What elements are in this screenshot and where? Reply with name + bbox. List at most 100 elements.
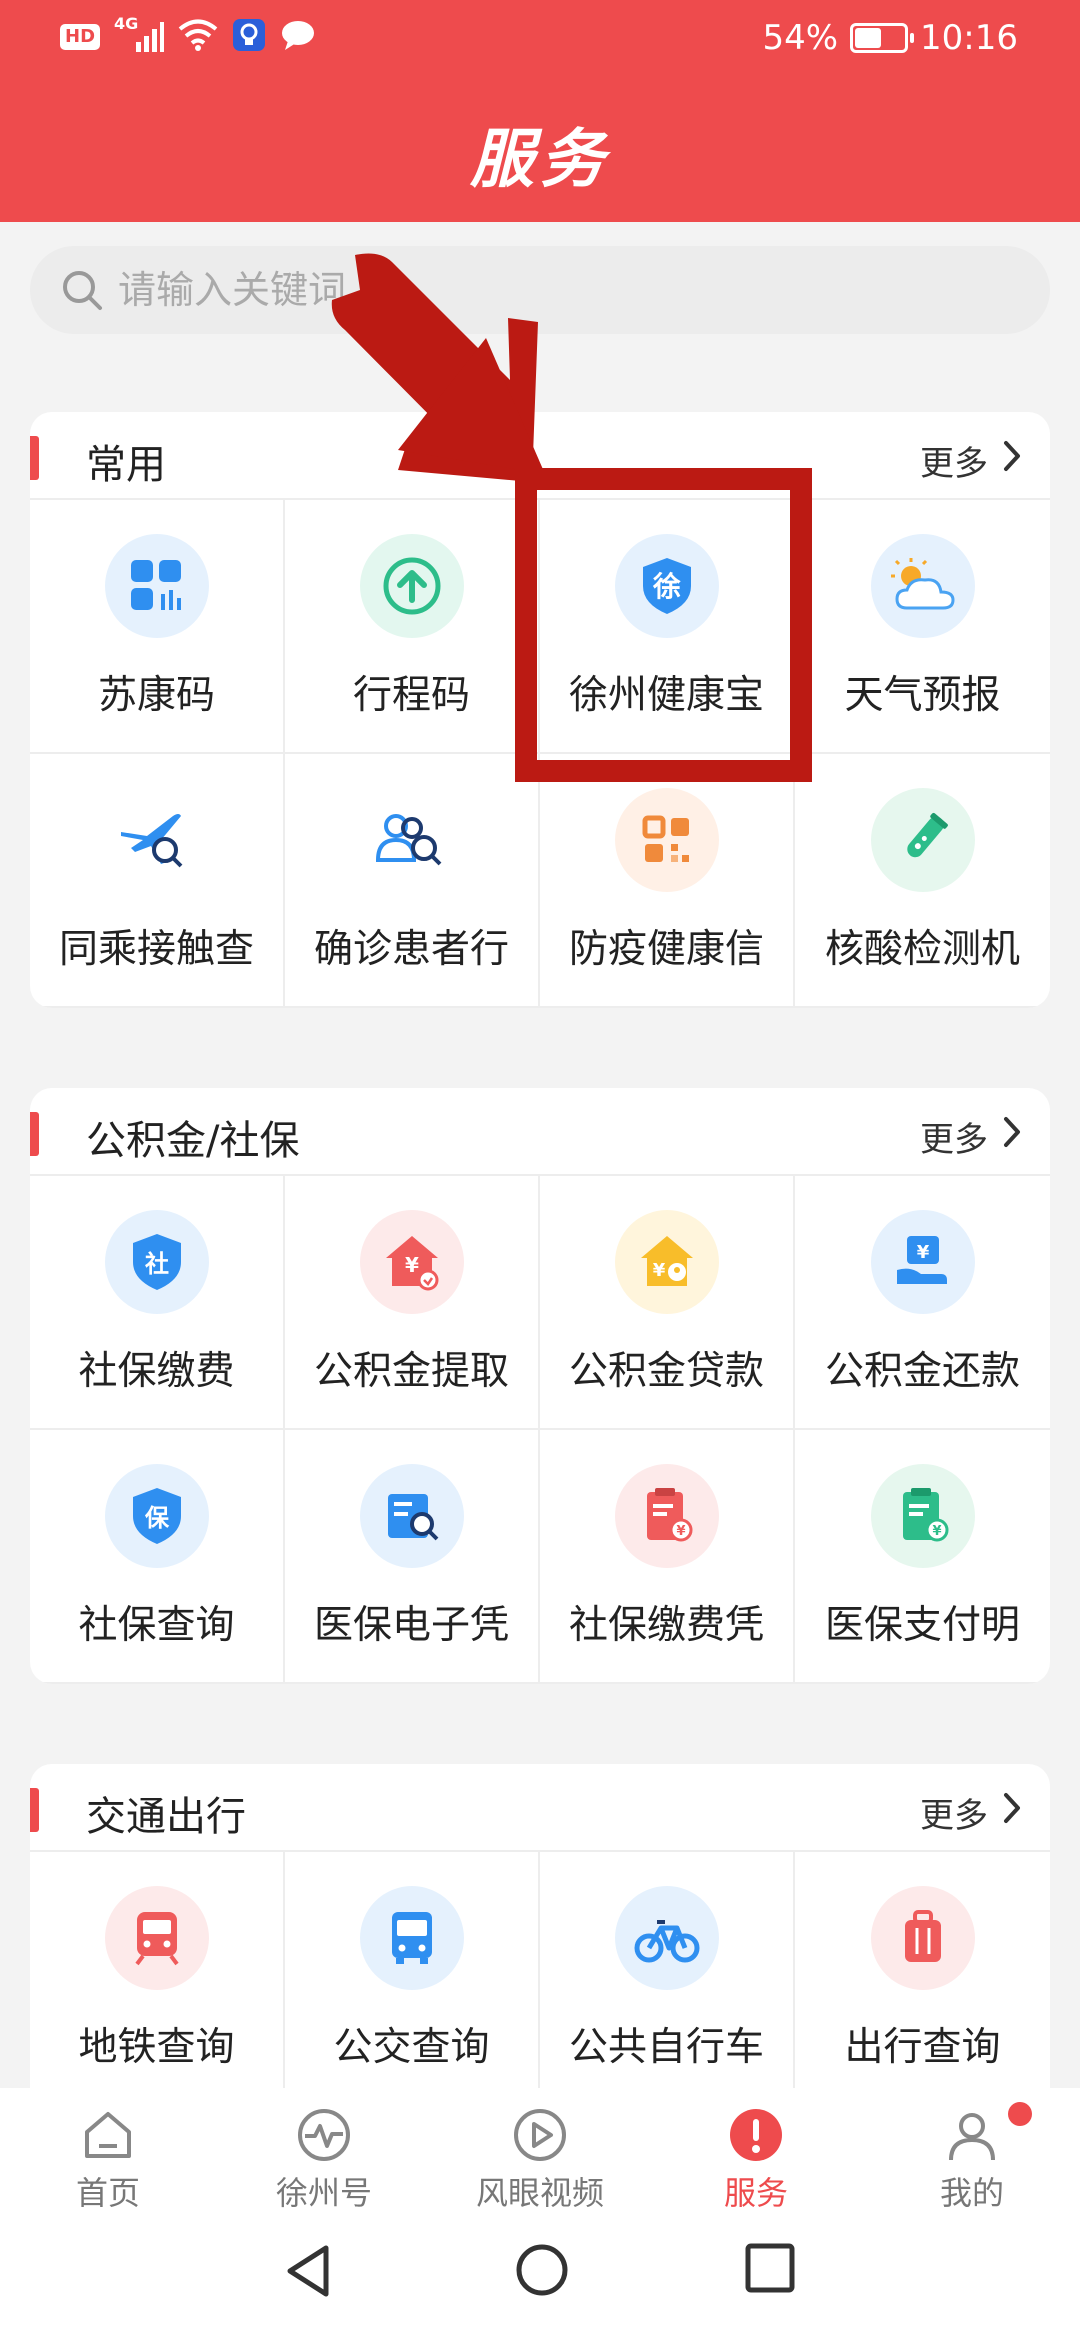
service-item[interactable]: ¥ 社保缴费凭 <box>540 1430 795 1684</box>
service-label: 公共自行车 <box>568 2025 764 2070</box>
service-item[interactable]: 行程码 <box>285 500 540 754</box>
svg-text:社: 社 <box>145 1250 169 1278</box>
service-grid: 社社保缴费 ¥ 公积金提取 ¥ 公积金贷款 ¥ 公积金还款保社保查询 医保电子凭 ¥ 社保缴费凭 ¥… <box>30 1176 1050 1684</box>
section-accent-bar <box>30 1788 39 1832</box>
system-nav-bar <box>0 2212 1080 2340</box>
service-item[interactable]: 出行查询 <box>795 1852 1050 2106</box>
section-header: 常用 更多 <box>30 412 1050 500</box>
battery-percent: 54% <box>762 18 839 58</box>
house-loan-icon: ¥ <box>614 1210 719 1314</box>
svg-text:¥: ¥ <box>676 1524 685 1539</box>
clipboard-yen-icon: ¥ <box>870 1464 975 1568</box>
shield-bao-icon: 保 <box>104 1464 209 1568</box>
more-label: 更多 <box>920 1120 988 1160</box>
service-item[interactable]: ¥ 公积金提取 <box>285 1176 540 1430</box>
chevron-right-icon <box>1002 1115 1022 1158</box>
nav-item-2[interactable]: 风眼视频 <box>432 2088 648 2212</box>
service-label: 公积金还款 <box>824 1349 1020 1394</box>
svg-text:¥: ¥ <box>405 1253 419 1277</box>
plane-search-icon <box>104 788 209 892</box>
signal-icon: 4G <box>114 14 165 54</box>
service-item[interactable]: 公共自行车 <box>540 1852 795 2106</box>
section-header: 交通出行 更多 <box>30 1764 1050 1852</box>
search-bar[interactable] <box>30 246 1050 334</box>
service-item[interactable]: 天气预报 <box>795 500 1050 754</box>
service-item[interactable]: 确诊患者行 <box>285 754 540 1008</box>
svg-text:¥: ¥ <box>916 1242 929 1263</box>
notification-dot <box>1008 2102 1032 2126</box>
service-grid: 苏康码 行程码徐徐州健康宝 天气预报 同乘接触查 确诊患者行 防疫健康信 核酸检测机 <box>30 500 1050 1008</box>
back-triangle-icon[interactable] <box>282 2242 334 2304</box>
qr-code-icon <box>614 788 719 892</box>
more-link[interactable]: 更多 <box>920 1788 1022 1837</box>
service-label: 公积金贷款 <box>568 1349 764 1394</box>
service-item[interactable]: 社社保缴费 <box>30 1176 285 1430</box>
service-item[interactable]: 徐徐州健康宝 <box>540 500 795 754</box>
grid-code-icon <box>104 534 209 638</box>
service-label: 同乘接触查 <box>58 927 254 972</box>
service-item[interactable]: ¥ 公积金贷款 <box>540 1176 795 1430</box>
service-item[interactable]: 同乘接触查 <box>30 754 285 1008</box>
nav-label: 服务 <box>723 2174 788 2212</box>
svg-text:¥: ¥ <box>652 1260 665 1281</box>
bicycle-icon <box>614 1886 719 1990</box>
service-label: 公交查询 <box>333 2025 490 2070</box>
person-icon <box>943 2106 1001 2164</box>
card-search-icon <box>359 1464 464 1568</box>
service-alert-icon <box>727 2106 785 2164</box>
more-link[interactable]: 更多 <box>920 436 1022 485</box>
more-label: 更多 <box>920 444 988 484</box>
section-accent-bar <box>30 436 39 480</box>
home-circle-icon[interactable] <box>514 2242 570 2302</box>
nav-item-0[interactable]: 首页 <box>0 2088 216 2212</box>
service-item[interactable]: 防疫健康信 <box>540 754 795 1008</box>
people-search-icon <box>359 788 464 892</box>
more-link[interactable]: 更多 <box>920 1112 1022 1161</box>
nav-label: 我的 <box>939 2174 1004 2212</box>
service-label: 地铁查询 <box>78 2025 235 2070</box>
home-icon <box>79 2106 137 2164</box>
service-item[interactable]: 公交查询 <box>285 1852 540 2106</box>
play-icon <box>511 2106 569 2164</box>
nav-label: 徐州号 <box>275 2174 372 2212</box>
service-item[interactable]: 医保电子凭 <box>285 1430 540 1684</box>
search-input[interactable] <box>118 260 978 320</box>
section-title: 公积金/社保 <box>86 1118 300 1164</box>
pulse-icon <box>295 2106 353 2164</box>
nav-label: 风眼视频 <box>475 2174 604 2212</box>
service-item[interactable]: 苏康码 <box>30 500 285 754</box>
clock-time: 10:16 <box>920 18 1018 58</box>
service-label: 社保缴费 <box>78 1349 235 1394</box>
sun-cloud-icon <box>870 534 975 638</box>
bulb-notification-icon <box>232 18 266 56</box>
status-bar: HD 4G 54% 10:16 <box>0 0 1080 80</box>
service-label: 社保缴费凭 <box>568 1603 764 1648</box>
nav-item-4[interactable]: 我的 <box>864 2088 1080 2212</box>
service-grid: 地铁查询 公交查询 公共自行车 出行查询 <box>30 1852 1050 2106</box>
service-item[interactable]: 地铁查询 <box>30 1852 285 2106</box>
section-common: 常用 更多 苏康码 行程码徐徐州健康宝 天气预报 同乘接触查 确诊患者行 防疫健康信 核酸检测机 <box>30 412 1050 1008</box>
shield-she-icon: 社 <box>104 1210 209 1314</box>
page-title: 服务 <box>470 123 610 197</box>
test-tube-icon <box>870 788 975 892</box>
service-label: 确诊患者行 <box>313 927 509 972</box>
service-item[interactable]: ¥ 医保支付明 <box>795 1430 1050 1684</box>
hd-badge: HD <box>60 24 101 50</box>
section-transportation: 交通出行 更多地铁查询 公交查询 公共自行车 出行查询 <box>30 1764 1050 2124</box>
nav-item-3[interactable]: 服务 <box>648 2088 864 2212</box>
nav-item-1[interactable]: 徐州号 <box>216 2088 432 2212</box>
chat-notification-icon <box>280 19 316 55</box>
service-item[interactable]: ¥ 公积金还款 <box>795 1176 1050 1430</box>
svg-text:保: 保 <box>144 1504 170 1532</box>
house-withdraw-icon: ¥ <box>359 1210 464 1314</box>
section-title: 交通出行 <box>86 1794 246 1840</box>
svg-text:徐: 徐 <box>651 570 680 603</box>
battery-icon <box>850 23 915 53</box>
recents-square-icon[interactable] <box>744 2242 796 2298</box>
service-label: 徐州健康宝 <box>568 673 764 718</box>
service-label: 出行查询 <box>844 2025 1001 2070</box>
section-accent-bar <box>30 1112 39 1156</box>
service-label: 苏康码 <box>97 673 215 718</box>
service-item[interactable]: 核酸检测机 <box>795 754 1050 1008</box>
service-item[interactable]: 保社保查询 <box>30 1430 285 1684</box>
